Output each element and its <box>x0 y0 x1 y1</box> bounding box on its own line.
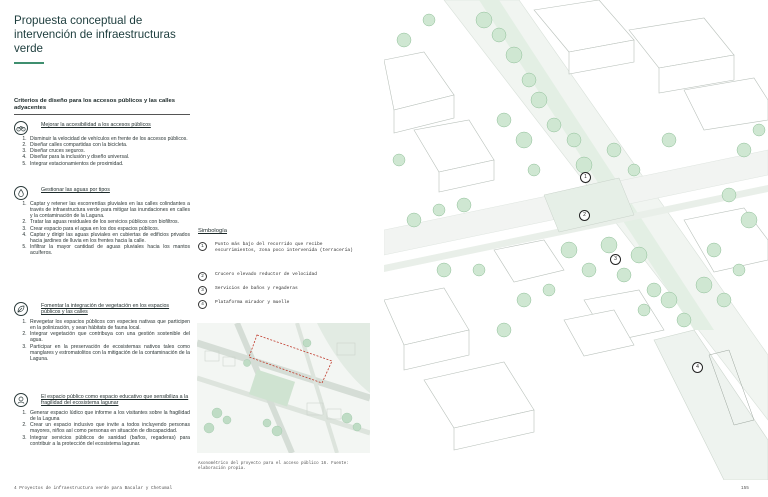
symbol-number: 3 <box>198 286 207 295</box>
map-marker-4: 4 <box>692 362 703 373</box>
map-marker-2: 2 <box>579 210 590 221</box>
list-item: Integrar servicios públicos de sanidad (… <box>28 435 190 447</box>
list-item: Tratar las aguas residuales de los servi… <box>28 219 190 225</box>
figure-caption: Axonométrico del proyecto para el acceso… <box>198 462 349 472</box>
map-marker-1: 1 <box>580 172 591 183</box>
symbol-number: 4 <box>198 300 207 309</box>
education-icon <box>14 393 28 407</box>
page-title: Propuesta conceptual de intervención de … <box>14 14 176 55</box>
symbol-number: 2 <box>198 272 207 281</box>
list-item: Generar espacio lúdico que informe a los… <box>28 410 190 422</box>
section-accesibilidad: Mejorar la accesibilidad a los accesos p… <box>14 121 190 167</box>
section-list: Revegetar los espacios públicos con espe… <box>14 319 190 362</box>
list-item: Participar en la preservación de ecosist… <box>28 344 190 362</box>
page: Propuesta conceptual de intervención de … <box>0 0 768 497</box>
section-educativo: El espacio público como espacio educativ… <box>14 393 190 447</box>
section-title: Mejorar la accesibilidad a los accesos p… <box>41 122 151 128</box>
list-item: Revegetar los espacios públicos con espe… <box>28 319 190 331</box>
bicycle-icon <box>14 121 28 135</box>
axonometric-illustration <box>384 0 768 480</box>
footer-text: 4 Proyectos de infraestructura verde par… <box>14 486 173 491</box>
page-number: 155 <box>741 486 749 491</box>
symbol-text: Crucero elevado reductor de velocidad <box>215 272 317 277</box>
section-list: Disminuir la velocidad de vehículos en f… <box>14 136 190 167</box>
criteria-divider <box>14 114 190 115</box>
list-item: Integrar estacionamientos de proximidad. <box>28 161 190 167</box>
section-list: Generar espacio lúdico que informe a los… <box>14 410 190 447</box>
symbol-text: Punto más bajo del recorrido que recibe … <box>215 242 353 253</box>
symbol-text: Plataforma mirador y muelle <box>215 300 290 305</box>
section-title: El espacio público como espacio educativ… <box>41 394 189 407</box>
list-item: Crear un espacio inclusivo que invite a … <box>28 422 190 434</box>
list-item: Infiltrar la mayor cantidad de aguas plu… <box>28 244 190 256</box>
list-item: Integrar vegetación que contribuya con u… <box>28 331 190 343</box>
section-aguas: Gestionar las aguas por tipos Captar y r… <box>14 186 190 256</box>
symbol-number: 1 <box>198 242 207 251</box>
water-drop-icon <box>14 186 28 200</box>
map-marker-3: 3 <box>610 254 621 265</box>
section-title: Fomentar la integración de vegetación en… <box>41 303 170 316</box>
symbology-heading: Simbología <box>198 228 228 234</box>
section-vegetacion: Fomentar la integración de vegetación en… <box>14 302 190 362</box>
location-map <box>197 323 370 453</box>
leaf-icon <box>14 302 28 316</box>
symbol-text: Servicios de baños y regaderas <box>215 286 298 291</box>
criteria-heading: Criterios de diseño para los accesos púb… <box>14 98 176 111</box>
title-underline <box>14 62 44 64</box>
list-item: Captar y dirigir las aguas pluviales en … <box>28 232 190 244</box>
section-list: Captar y retener las escorrentías pluvia… <box>14 201 190 256</box>
section-title: Gestionar las aguas por tipos <box>41 187 110 193</box>
list-item: Captar y retener las escorrentías pluvia… <box>28 201 190 219</box>
